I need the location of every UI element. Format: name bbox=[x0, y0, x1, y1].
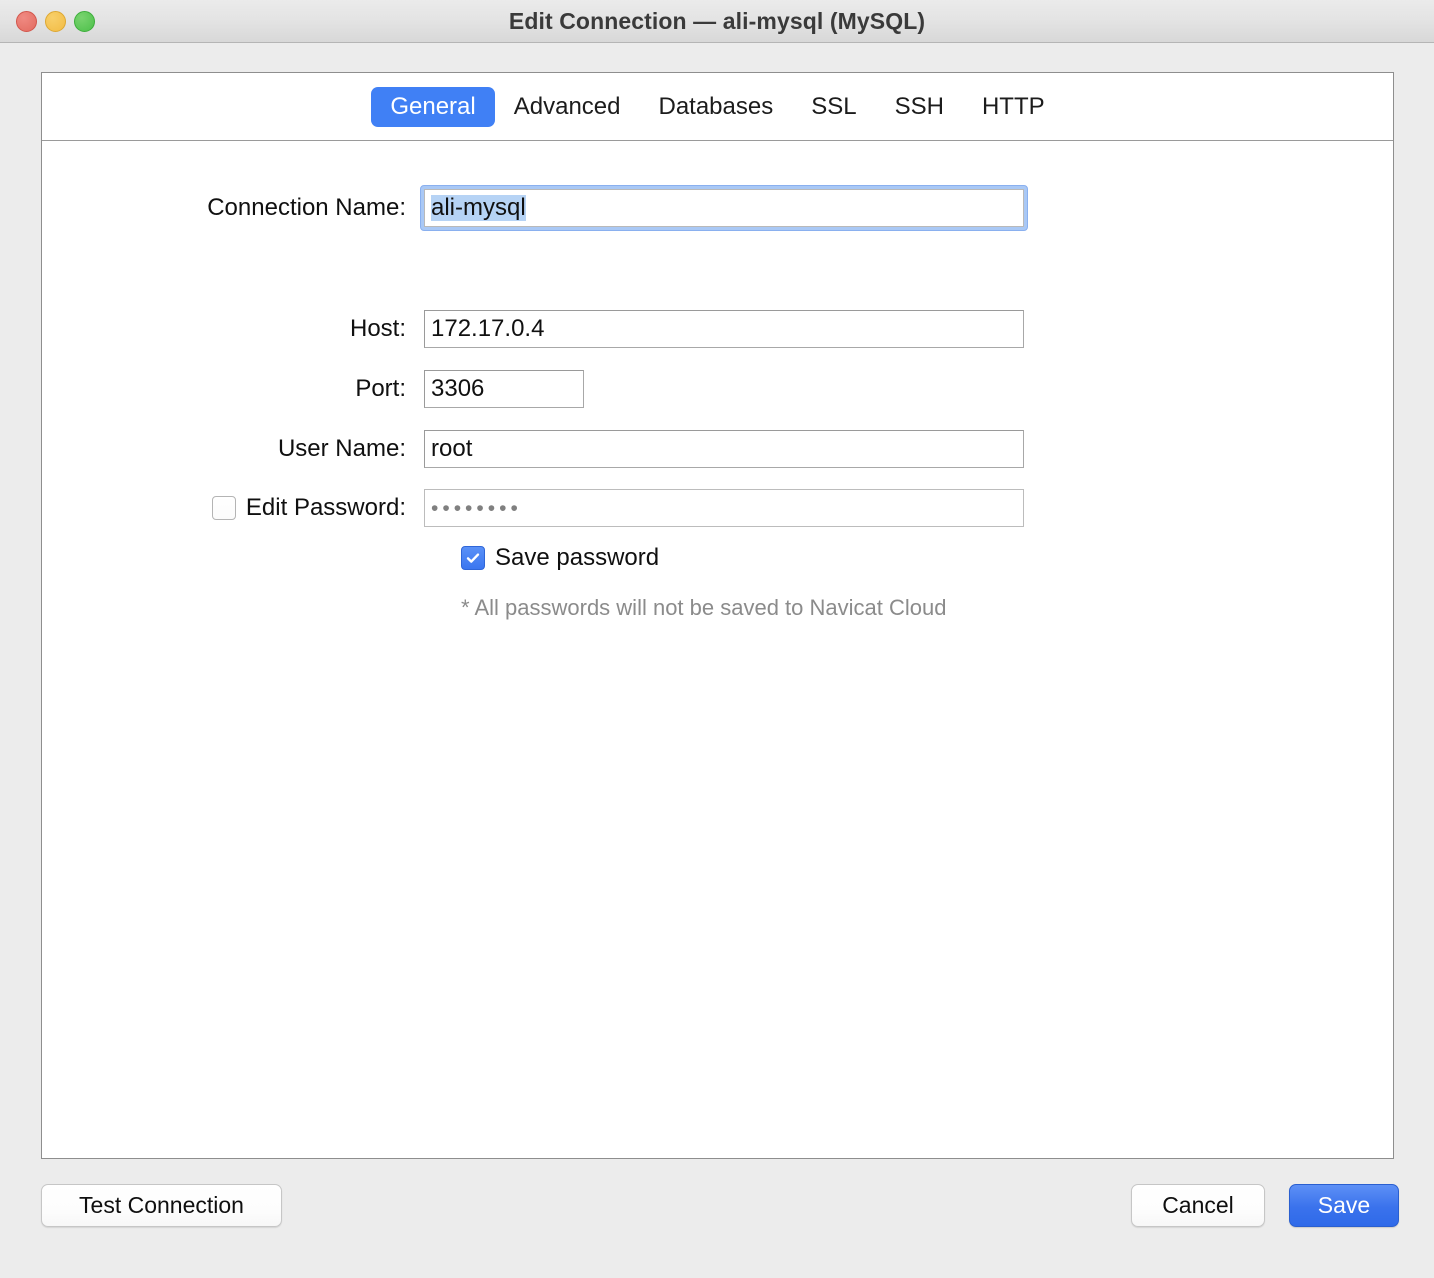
connection-name-label: Connection Name: bbox=[42, 194, 406, 222]
password-masked-value: •••••••• bbox=[431, 498, 522, 519]
cloud-note-text: * All passwords will not be saved to Nav… bbox=[461, 595, 946, 621]
tab-databases[interactable]: Databases bbox=[639, 87, 792, 127]
port-input[interactable]: 3306 bbox=[424, 370, 584, 408]
host-input[interactable]: 172.17.0.4 bbox=[424, 310, 1024, 348]
close-window-icon[interactable] bbox=[16, 11, 37, 32]
edit-password-label-group: Edit Password: bbox=[42, 494, 406, 522]
user-name-label: User Name: bbox=[42, 435, 406, 463]
password-input: •••••••• bbox=[424, 489, 1024, 527]
tab-general[interactable]: General bbox=[371, 87, 494, 127]
tab-advanced[interactable]: Advanced bbox=[495, 87, 640, 127]
connection-name-value: ali-mysql bbox=[431, 195, 526, 221]
tab-ssl[interactable]: SSL bbox=[792, 87, 875, 127]
minimize-window-icon[interactable] bbox=[45, 11, 66, 32]
titlebar: Edit Connection — ali-mysql (MySQL) bbox=[0, 0, 1434, 43]
save-button[interactable]: Save bbox=[1289, 1184, 1399, 1227]
save-password-row[interactable]: Save password bbox=[461, 544, 659, 572]
save-password-checkbox[interactable] bbox=[461, 546, 485, 570]
edit-password-row: Edit Password: •••••••• bbox=[42, 489, 1024, 527]
tab-bar: General Advanced Databases SSL SSH HTTP bbox=[42, 73, 1393, 141]
host-label: Host: bbox=[42, 315, 406, 343]
cloud-note-row: * All passwords will not be saved to Nav… bbox=[461, 595, 946, 621]
port-label: Port: bbox=[42, 375, 406, 403]
connection-name-focus-ring: ali-mysql bbox=[420, 185, 1028, 231]
port-row: Port: 3306 bbox=[42, 370, 584, 408]
host-row: Host: 172.17.0.4 bbox=[42, 310, 1024, 348]
maximize-window-icon[interactable] bbox=[74, 11, 95, 32]
dialog-body: General Advanced Databases SSL SSH HTTP … bbox=[0, 43, 1434, 1278]
cancel-button[interactable]: Cancel bbox=[1131, 1184, 1265, 1227]
user-name-input[interactable]: root bbox=[424, 430, 1024, 468]
tab-ssh[interactable]: SSH bbox=[876, 87, 963, 127]
tab-http[interactable]: HTTP bbox=[963, 87, 1064, 127]
connection-name-row: Connection Name: ali-mysql bbox=[42, 185, 1028, 231]
traffic-light-group bbox=[16, 0, 95, 43]
user-name-row: User Name: root bbox=[42, 430, 1024, 468]
save-password-label: Save password bbox=[495, 544, 659, 572]
content-panel: General Advanced Databases SSL SSH HTTP … bbox=[41, 72, 1394, 1159]
edit-password-checkbox[interactable] bbox=[212, 496, 236, 520]
dialog-footer: Test Connection Cancel Save bbox=[0, 1158, 1434, 1278]
window-title: Edit Connection — ali-mysql (MySQL) bbox=[0, 8, 1434, 35]
test-connection-button[interactable]: Test Connection bbox=[41, 1184, 282, 1227]
edit-password-label-text: Edit Password: bbox=[246, 494, 406, 522]
edit-connection-window: Edit Connection — ali-mysql (MySQL) Gene… bbox=[0, 0, 1434, 1278]
connection-name-input[interactable]: ali-mysql bbox=[424, 189, 1024, 227]
